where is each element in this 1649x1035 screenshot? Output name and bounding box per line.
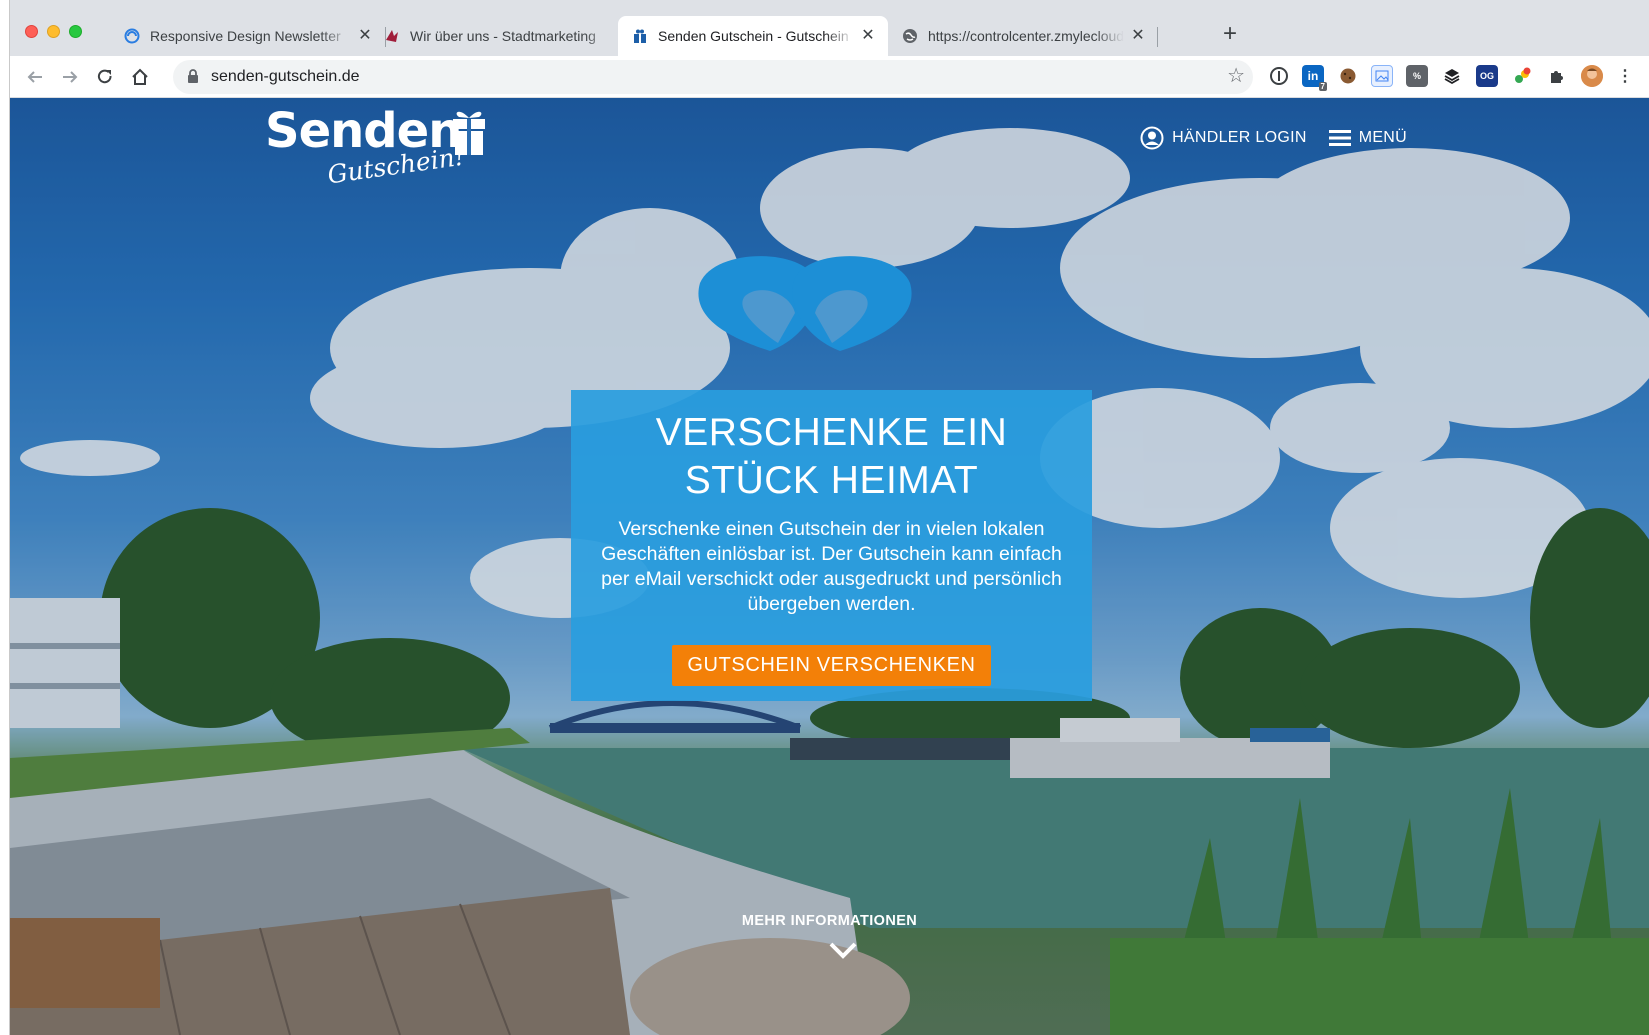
tab-strip: Responsive Design Newsletter ✕ Wir über …: [10, 0, 1649, 56]
hero-title: VERSCHENKE EIN STÜCK HEIMAT: [571, 409, 1092, 505]
dealer-login-link[interactable]: HÄNDLER LOGIN: [1140, 126, 1307, 150]
tab-title: Wir über uns - Stadtmarketing: [410, 28, 596, 44]
og-label: OG: [1479, 71, 1494, 81]
menu-label: MENÜ: [1358, 129, 1407, 146]
home-button[interactable]: [125, 62, 155, 92]
linkedin-icon[interactable]: in 7: [1302, 65, 1327, 91]
reload-button[interactable]: [90, 62, 120, 92]
tab-title: Senden Gutschein - Gutschein: [658, 28, 849, 44]
hero-card: VERSCHENKE EIN STÜCK HEIMAT Verschenke e…: [571, 390, 1092, 701]
back-button[interactable]: [20, 62, 50, 92]
tab-title: Responsive Design Newsletter: [150, 28, 341, 44]
notification-icon[interactable]: [1511, 65, 1533, 87]
site-header-nav: HÄNDLER LOGIN MENÜ: [1140, 126, 1407, 150]
layers-icon[interactable]: [1441, 65, 1463, 87]
more-info-link[interactable]: MEHR INFORMATIONEN: [10, 913, 1649, 929]
dealer-login-label: HÄNDLER LOGIN: [1172, 129, 1307, 146]
reload-icon: [97, 69, 112, 84]
home-icon: [132, 68, 148, 85]
lock-icon: [188, 69, 198, 83]
chevron-down-icon[interactable]: [827, 940, 859, 960]
bookmark-star-icon[interactable]: ☆: [1227, 66, 1245, 86]
gift-logo-icon: [453, 111, 485, 155]
gift-icon: [632, 28, 648, 44]
tab-responsive-design[interactable]: Responsive Design Newsletter ✕: [110, 16, 385, 56]
hero-title-line-2: STÜCK HEIMAT: [684, 459, 979, 502]
hamburger-icon: [1328, 130, 1351, 146]
address-bar[interactable]: senden-gutschein.de ☆: [173, 60, 1253, 94]
cookie-icon[interactable]: [1337, 65, 1359, 87]
tab-controlcenter[interactable]: https://controlcenter.zmylecloud ✕: [888, 16, 1158, 56]
browser-toolbar: senden-gutschein.de ☆ in 7 % OG ⋮: [10, 56, 1649, 98]
close-tab-icon[interactable]: ✕: [860, 28, 876, 44]
badge-count: 7: [1318, 82, 1327, 91]
forward-button[interactable]: [55, 62, 85, 92]
hero-title-line-1: VERSCHENKE EIN: [655, 411, 1008, 454]
page-hero: Senden Gutschein! HÄNDLER LOGIN MENÜ VER…: [10, 98, 1649, 1035]
hero-description: Verschenke einen Gutschein der in vielen…: [601, 518, 1062, 615]
close-window-button[interactable]: [25, 25, 38, 38]
extension-icon[interactable]: %: [1406, 65, 1428, 87]
profile-avatar[interactable]: [1581, 65, 1603, 87]
browser-window: Responsive Design Newsletter ✕ Wir über …: [10, 0, 1649, 1035]
1password-icon[interactable]: [1268, 65, 1290, 87]
more-icon[interactable]: ⋮: [1614, 65, 1636, 87]
maximize-window-button[interactable]: [69, 25, 82, 38]
puzzle-icon[interactable]: [1546, 65, 1568, 87]
logo-icon: [384, 28, 400, 44]
globe-icon: [902, 28, 918, 44]
url-text: senden-gutschein.de: [211, 68, 360, 85]
tab-stadtmarketing[interactable]: Wir über uns - Stadtmarketing ✕: [370, 16, 648, 56]
minimize-window-button[interactable]: [47, 25, 60, 38]
tab-separator: [1157, 27, 1158, 47]
arrow-right-icon: [63, 71, 78, 83]
new-tab-button[interactable]: +: [1217, 22, 1243, 48]
tab-title: https://controlcenter.zmylecloud: [928, 28, 1124, 44]
image-icon[interactable]: [1371, 65, 1393, 87]
swirl-icon: [124, 28, 140, 44]
site-logo[interactable]: Senden Gutschein!: [265, 103, 505, 193]
arrow-left-icon: [27, 71, 42, 83]
user-circle-icon: [1140, 126, 1164, 150]
menu-button[interactable]: MENÜ: [1328, 129, 1407, 147]
send-voucher-button[interactable]: GUTSCHEIN VERSCHENKEN: [672, 645, 991, 686]
og-icon[interactable]: OG: [1476, 65, 1498, 87]
tab-senden-gutschein[interactable]: Senden Gutschein - Gutschein ✕: [618, 16, 888, 56]
close-tab-icon[interactable]: ✕: [1130, 28, 1146, 44]
